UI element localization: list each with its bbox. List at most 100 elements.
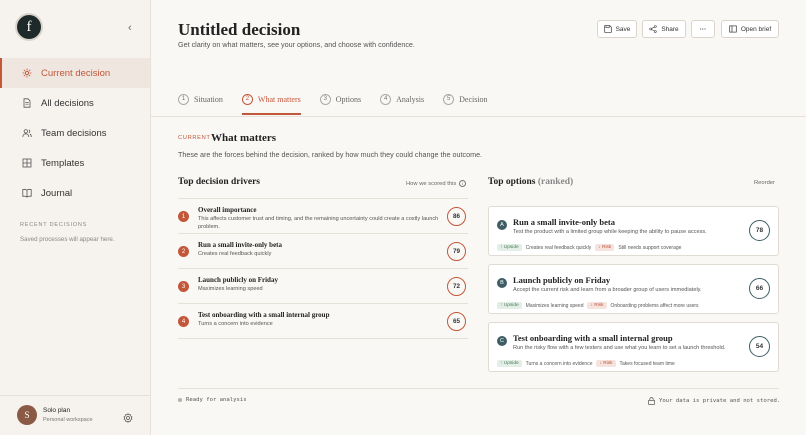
status-indicator: Ready for analysis bbox=[178, 397, 247, 403]
status-text: Ready for analysis bbox=[186, 397, 247, 403]
option-score: 66 bbox=[749, 278, 770, 299]
gear-icon[interactable] bbox=[123, 410, 133, 424]
driver-rank: 1 bbox=[178, 211, 189, 222]
driver-rank: 2 bbox=[178, 246, 189, 257]
info-icon: i bbox=[459, 180, 467, 187]
step-label: Analysis bbox=[396, 94, 425, 104]
list-item[interactable]: 2 Run a small invite-only beta Creates r… bbox=[178, 234, 468, 269]
driver-description: Creates real feedback quickly bbox=[198, 251, 272, 257]
tab-situation[interactable]: 1 Situation bbox=[178, 91, 223, 107]
user-plan: Solo plan bbox=[43, 407, 71, 414]
option-description: Run the risky flow with a few testers an… bbox=[513, 345, 726, 351]
save-button[interactable]: Save bbox=[597, 20, 637, 38]
privacy-text: Your data is private and not stored. bbox=[659, 398, 781, 404]
share-button[interactable]: Share bbox=[642, 20, 686, 38]
share-icon bbox=[649, 25, 657, 33]
option-letter: C bbox=[497, 336, 507, 346]
page-subtitle: Get clarity on what matters, see your op… bbox=[178, 40, 415, 49]
step-label: Decision bbox=[459, 94, 488, 104]
drivers-list: 1 Overall importance This affects custom… bbox=[178, 198, 468, 339]
tabs-divider bbox=[151, 116, 806, 117]
step-label: Situation bbox=[194, 94, 223, 104]
save-icon bbox=[603, 25, 612, 33]
option-description: Test the product with a limited group wh… bbox=[513, 229, 707, 235]
sparkle-icon bbox=[22, 68, 32, 78]
tab-options[interactable]: 3 Options bbox=[319, 91, 362, 107]
sidebar-nav: Current decision All decisions Team deci… bbox=[0, 58, 150, 208]
driver-rank: 4 bbox=[178, 316, 189, 327]
book-icon bbox=[22, 188, 32, 198]
driver-description: This affects customer trust and timing, … bbox=[198, 216, 439, 230]
upside-text: Maximizes learning speed bbox=[525, 302, 584, 309]
sidebar-item-team-decisions[interactable]: Team decisions bbox=[0, 118, 150, 148]
sidebar-item-journal[interactable]: Journal bbox=[0, 178, 150, 208]
option-name: Test onboarding with a small internal gr… bbox=[513, 333, 673, 343]
step-number: 2 bbox=[241, 93, 253, 105]
risk-text: Takes focused team time bbox=[619, 360, 675, 367]
sidebar-item-templates[interactable]: Templates bbox=[0, 148, 150, 178]
option-letter: B bbox=[497, 278, 507, 288]
option-tags: ↑ Upside Creates real feedback quickly ↓… bbox=[497, 244, 681, 251]
open-brief-button[interactable]: Open brief bbox=[721, 20, 779, 38]
sidebar-item-label: Team decisions bbox=[41, 127, 107, 139]
grid-icon bbox=[22, 158, 32, 168]
driver-name: Test onboarding with a small internal gr… bbox=[198, 311, 330, 319]
document-icon bbox=[22, 98, 32, 108]
step-number: 1 bbox=[178, 93, 189, 105]
step-tabs: 1 Situation 2 What matters 3 Options 4 A… bbox=[178, 91, 507, 115]
sidebar-item-current-decision[interactable]: Current decision bbox=[0, 58, 150, 88]
drivers-heading: Top decision drivers bbox=[178, 177, 260, 187]
list-item[interactable]: 4 Test onboarding with a small internal … bbox=[178, 304, 468, 339]
step-label: Options bbox=[335, 94, 362, 104]
option-letter: A bbox=[497, 220, 507, 230]
current-tag: CURRENT bbox=[178, 135, 211, 141]
driver-name: Overall importance bbox=[198, 206, 257, 214]
more-icon: ··· bbox=[699, 25, 707, 33]
driver-description: Maximizes learning speed bbox=[198, 286, 263, 292]
app-logo[interactable]: f bbox=[15, 13, 43, 41]
options-heading: Top options (ranked) bbox=[488, 177, 573, 187]
user-panel: S Solo plan Personal workspace bbox=[0, 395, 150, 435]
option-tags: ↑ Upside Maximizes learning speed ↓ Risk… bbox=[497, 302, 699, 309]
risk-badge: ↓ Risk bbox=[596, 360, 616, 367]
risk-text: Onboarding problems affect more users bbox=[610, 302, 699, 309]
option-card-b[interactable]: B Launch publicly on Friday Accept the c… bbox=[488, 264, 779, 314]
users-icon bbox=[22, 128, 32, 138]
more-options-button[interactable]: ··· bbox=[691, 20, 715, 38]
tab-what-matters[interactable]: 2 What matters bbox=[241, 91, 301, 115]
sidebar-item-label: All decisions bbox=[41, 97, 94, 109]
driver-score: 72 bbox=[447, 277, 466, 296]
upside-text: Turns a concern into evidence bbox=[525, 360, 593, 367]
option-card-a[interactable]: A Run a small invite-only beta Test the … bbox=[488, 206, 779, 256]
upside-text: Creates real feedback quickly bbox=[525, 244, 592, 251]
sidebar-item-label: Journal bbox=[41, 187, 73, 199]
list-item[interactable]: 1 Overall importance This affects custom… bbox=[178, 199, 468, 234]
section-description: These are the forces behind the decision… bbox=[178, 150, 483, 159]
option-tags: ↑ Upside Turns a concern into evidence ↓… bbox=[497, 360, 675, 367]
tab-decision[interactable]: 5 Decision bbox=[443, 91, 488, 107]
step-number: 3 bbox=[319, 93, 331, 105]
options-heading-text: Top options bbox=[488, 177, 536, 187]
driver-score: 65 bbox=[447, 312, 466, 331]
sidebar-item-label: Current decision bbox=[41, 67, 111, 79]
how-we-scored-link[interactable]: How we scored this i bbox=[406, 180, 467, 187]
driver-name: Launch publicly on Friday bbox=[198, 276, 278, 284]
avatar[interactable]: S bbox=[17, 405, 37, 425]
option-description: Accept the current risk and learn from a… bbox=[513, 287, 702, 293]
footer-divider bbox=[178, 388, 779, 389]
option-name: Run a small invite-only beta bbox=[513, 217, 616, 227]
option-score: 54 bbox=[749, 336, 770, 357]
risk-badge: ↓ Risk bbox=[595, 244, 615, 251]
risk-text: Still needs support coverage bbox=[618, 244, 682, 251]
step-label: What matters bbox=[257, 94, 301, 104]
list-item[interactable]: 3 Launch publicly on Friday Maximizes le… bbox=[178, 269, 468, 304]
reorder-button[interactable]: Reorder bbox=[754, 180, 775, 186]
share-button-label: Share bbox=[661, 25, 679, 33]
tab-analysis[interactable]: 4 Analysis bbox=[380, 91, 424, 107]
sidebar-item-all-decisions[interactable]: All decisions bbox=[0, 88, 150, 118]
option-card-c[interactable]: C Test onboarding with a small internal … bbox=[488, 322, 779, 372]
page-title: Untitled decision bbox=[178, 20, 301, 39]
upside-badge: ↑ Upside bbox=[497, 302, 522, 309]
collapse-sidebar-chevron-left-icon[interactable]: ‹ bbox=[128, 22, 132, 34]
step-number: 4 bbox=[380, 93, 392, 105]
